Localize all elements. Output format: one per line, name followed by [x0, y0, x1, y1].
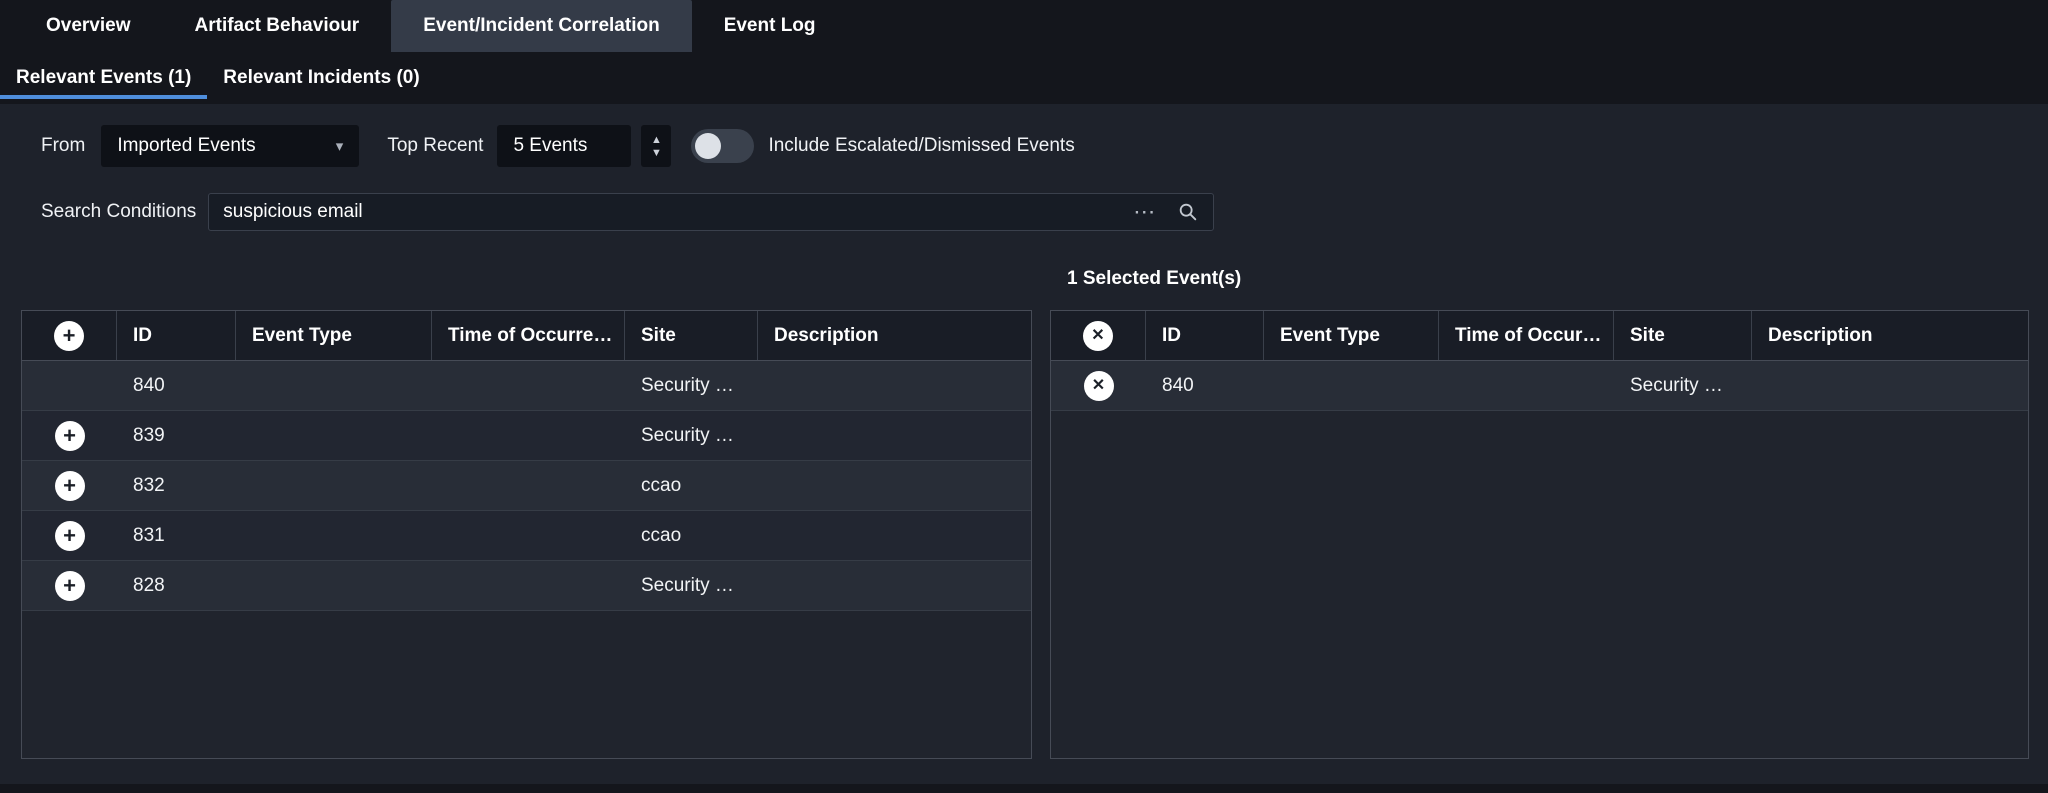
stepper-down-icon[interactable]: ▼ — [651, 148, 662, 158]
cell-time_of_occurrence — [432, 461, 625, 510]
cell-site: ccao — [625, 461, 758, 510]
cell-id: 840 — [1146, 361, 1264, 410]
cell-time_of_occurrence — [1439, 361, 1614, 410]
cell-id: 832 — [117, 461, 236, 510]
add-event-icon[interactable]: + — [55, 521, 85, 551]
row-action-cell: + — [22, 411, 117, 460]
header-action-cell: + — [22, 311, 117, 360]
selected-events-table: ✕ IDEvent TypeTime of Occur…SiteDescripti… — [1050, 310, 2029, 759]
cell-event_type — [236, 461, 432, 510]
event-row[interactable]: +828 Security … — [22, 561, 1031, 611]
row-action-cell: + — [22, 461, 117, 510]
add-event-icon[interactable]: + — [55, 571, 85, 601]
top-recent-value: 5 Events — [513, 135, 587, 157]
stepper-up-icon[interactable]: ▲ — [651, 135, 662, 145]
top-tab-bar: Overview Artifact Behaviour Event/Incide… — [0, 0, 2048, 52]
event-row[interactable]: ✕ 840 Security … — [1051, 361, 2028, 411]
cell-time_of_occurrence — [432, 361, 625, 410]
row-action-cell: + — [22, 561, 117, 610]
cell-description — [758, 411, 1031, 460]
cell-time_of_occurrence — [432, 511, 625, 560]
remove-all-events-icon[interactable]: ✕ — [1083, 321, 1113, 351]
include-escalated-label: Include Escalated/Dismissed Events — [768, 135, 1074, 157]
column-header: Time of Occur… — [1439, 311, 1614, 360]
table-body: 840 Security … +839 Security … +832 ccao +831 c… — [22, 361, 1031, 758]
tables-area: +IDEvent TypeTime of Occurre…SiteDescrip… — [21, 310, 2029, 759]
caret-down-icon: ▾ — [336, 137, 344, 155]
from-select-value: Imported Events — [117, 135, 255, 157]
cell-event_type — [236, 561, 432, 610]
correlation-panel: From Imported Events ▾ Top Recent 5 Even… — [0, 104, 2048, 784]
tab-event-log[interactable]: Event Log — [692, 0, 848, 52]
sub-tab-bar: Relevant Events (1) Relevant Incidents (… — [0, 52, 2048, 104]
column-header: ID — [1146, 311, 1264, 360]
cell-description — [758, 361, 1031, 410]
tab-relevant-incidents[interactable]: Relevant Incidents (0) — [207, 52, 435, 104]
event-row[interactable]: +831 ccao — [22, 511, 1031, 561]
cell-id: 828 — [117, 561, 236, 610]
cell-site: Security … — [625, 561, 758, 610]
table-header: + IDEvent TypeTime of Occurre…SiteDescrip… — [22, 311, 1031, 361]
search-bar: Search Conditions suspicious email ⋯ — [41, 193, 1214, 231]
toggle-knob — [695, 133, 721, 159]
row-action-cell: + — [22, 511, 117, 560]
column-header: Description — [1752, 311, 2028, 360]
column-header: ID — [117, 311, 236, 360]
cell-site: Security … — [625, 361, 758, 410]
relevant-events-table: + IDEvent TypeTime of Occurre…SiteDescrip… — [21, 310, 1032, 759]
cell-event_type — [236, 361, 432, 410]
table-header: ✕ IDEvent TypeTime of Occur…SiteDescripti… — [1051, 311, 2028, 361]
add-event-icon[interactable]: + — [55, 421, 85, 451]
more-options-icon[interactable]: ⋯ — [1133, 199, 1157, 225]
search-conditions-input[interactable]: suspicious email ⋯ — [208, 193, 1214, 231]
tab-artifact-behaviour[interactable]: Artifact Behaviour — [163, 0, 392, 52]
row-action-cell — [22, 361, 117, 410]
column-header: Time of Occurre… — [432, 311, 625, 360]
cell-id: 839 — [117, 411, 236, 460]
from-label: From — [41, 135, 85, 157]
cell-event_type — [1264, 361, 1439, 410]
cell-description — [758, 511, 1031, 560]
include-escalated-toggle[interactable] — [691, 129, 754, 163]
event-row[interactable]: +832 ccao — [22, 461, 1031, 511]
event-row[interactable]: +839 Security … — [22, 411, 1031, 461]
cell-site: Security … — [625, 411, 758, 460]
search-value: suspicious email — [223, 201, 1133, 223]
row-action-cell: ✕ — [1051, 361, 1146, 410]
search-icon[interactable] — [1177, 201, 1199, 223]
add-event-icon[interactable]: + — [55, 471, 85, 501]
selected-events-count: 1 Selected Event(s) — [1067, 268, 1241, 290]
column-header: Site — [1614, 311, 1752, 360]
column-header: Event Type — [236, 311, 432, 360]
from-select[interactable]: Imported Events ▾ — [101, 125, 359, 167]
event-row[interactable]: 840 Security … — [22, 361, 1031, 411]
top-recent-stepper: ▲ ▼ — [641, 125, 671, 167]
table-body: ✕ 840 Security … — [1051, 361, 2028, 758]
cell-site: ccao — [625, 511, 758, 560]
column-header: Description — [758, 311, 1031, 360]
cell-time_of_occurrence — [432, 561, 625, 610]
cell-id: 831 — [117, 511, 236, 560]
top-recent-input[interactable]: 5 Events — [497, 125, 631, 167]
cell-event_type — [236, 511, 432, 560]
cell-site: Security … — [1614, 361, 1752, 410]
filter-bar: From Imported Events ▾ Top Recent 5 Even… — [41, 125, 1075, 167]
cell-event_type — [236, 411, 432, 460]
top-recent-label: Top Recent — [387, 135, 483, 157]
cell-time_of_occurrence — [432, 411, 625, 460]
tab-overview[interactable]: Overview — [14, 0, 163, 52]
column-header: Event Type — [1264, 311, 1439, 360]
column-header: Site — [625, 311, 758, 360]
header-action-cell: ✕ — [1051, 311, 1146, 360]
remove-event-icon[interactable]: ✕ — [1084, 371, 1114, 401]
add-all-events-icon[interactable]: + — [54, 321, 84, 351]
tab-event-incident-correlation[interactable]: Event/Incident Correlation — [391, 0, 691, 52]
cell-description — [758, 561, 1031, 610]
cell-description — [758, 461, 1031, 510]
cell-id: 840 — [117, 361, 236, 410]
search-conditions-label: Search Conditions — [41, 201, 196, 223]
tab-relevant-events[interactable]: Relevant Events (1) — [0, 52, 207, 104]
cell-description — [1752, 361, 2028, 410]
